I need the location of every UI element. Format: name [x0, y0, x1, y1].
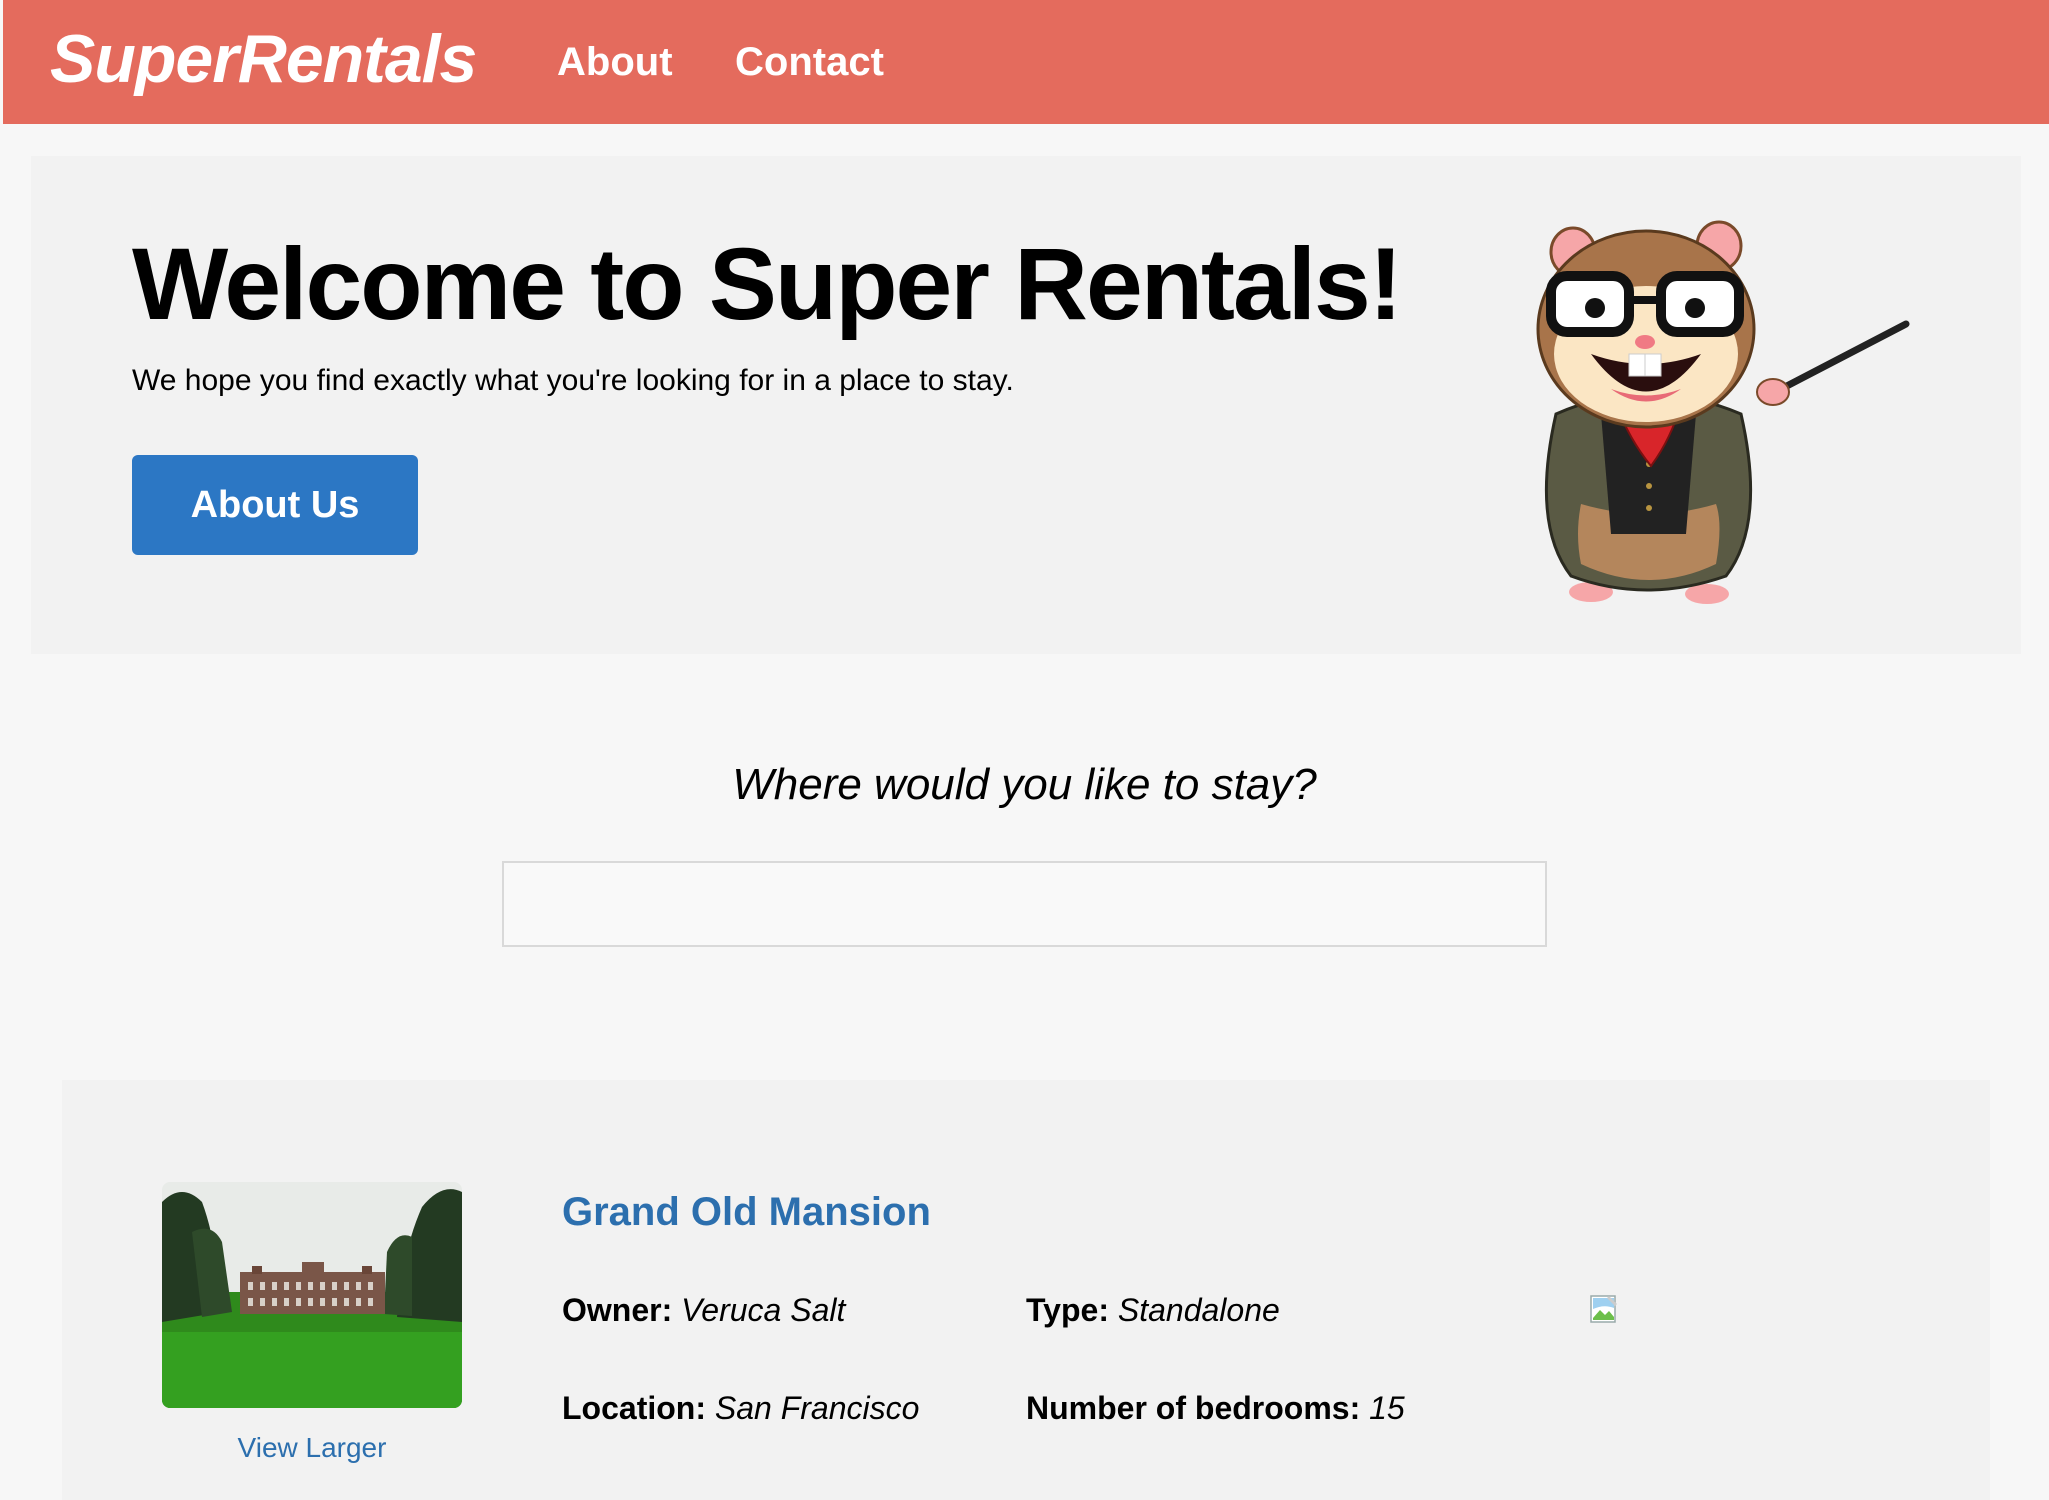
page-title: Welcome to Super Rentals! — [132, 227, 1403, 341]
welcome-jumbotron: Welcome to Super Rentals! We hope you fi… — [31, 156, 2021, 654]
listing-title-link[interactable]: Grand Old Mansion — [562, 1190, 931, 1235]
view-larger-link[interactable]: View Larger — [162, 1432, 462, 1464]
listing-thumbnail-image[interactable] — [162, 1182, 462, 1408]
nav-link-about[interactable]: About — [557, 40, 673, 85]
hamster-mascot-illustration — [1536, 220, 1910, 604]
listing-location: Location: San Francisco — [562, 1390, 919, 1427]
location-label: Location: — [562, 1390, 706, 1426]
type-label: Type: — [1026, 1292, 1109, 1328]
search-prompt: Where would you like to stay? — [732, 760, 1317, 809]
listing-owner: Owner: Veruca Salt — [562, 1292, 845, 1329]
welcome-subtitle: We hope you find exactly what you're loo… — [132, 364, 1014, 397]
search-input[interactable] — [502, 861, 1547, 947]
location-value: San Francisco — [714, 1390, 920, 1426]
bedrooms-value: 15 — [1369, 1390, 1405, 1426]
listing-bedrooms: Number of bedrooms: 15 — [1026, 1390, 1405, 1427]
navbar: SuperRentals About Contact — [3, 0, 2049, 124]
listing-type: Type: Standalone — [1026, 1292, 1280, 1329]
owner-label: Owner: — [562, 1292, 673, 1328]
owner-value: Veruca Salt — [681, 1292, 846, 1328]
nav-link-contact[interactable]: Contact — [735, 40, 884, 85]
bedrooms-label: Number of bedrooms: — [1026, 1390, 1361, 1426]
broken-image-icon — [1590, 1295, 1617, 1323]
rental-listing-card: View Larger Grand Old Mansion Owner: Ver… — [62, 1080, 1990, 1500]
brand-logo-link[interactable]: SuperRentals — [50, 20, 477, 98]
about-us-button[interactable]: About Us — [132, 455, 418, 555]
type-value: Standalone — [1117, 1292, 1280, 1328]
